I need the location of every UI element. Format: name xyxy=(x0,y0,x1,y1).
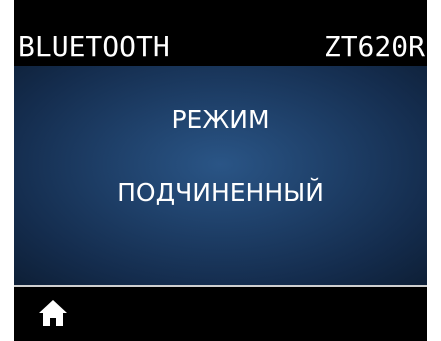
setting-value[interactable]: ПОДЧИНЕННЫЙ xyxy=(14,178,427,208)
printer-model: ZT620R xyxy=(323,30,425,63)
footer-bar xyxy=(14,287,427,341)
menu-title: BLUETOOTH xyxy=(18,30,170,63)
printer-display: BLUETOOTH ZT620R РЕЖИМ ПОДЧИНЕННЫЙ xyxy=(14,0,427,341)
header-bar: BLUETOOTH ZT620R xyxy=(14,0,427,66)
setting-name: РЕЖИМ xyxy=(171,105,270,134)
setting-panel: РЕЖИМ ПОДЧИНЕННЫЙ xyxy=(14,66,427,285)
home-icon xyxy=(39,300,67,326)
home-button[interactable] xyxy=(38,299,68,327)
